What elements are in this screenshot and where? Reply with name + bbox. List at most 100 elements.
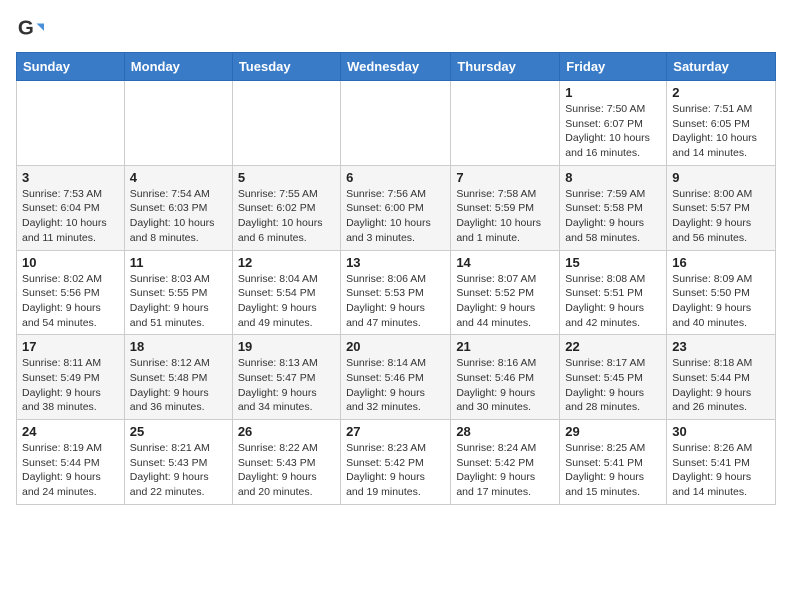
day-info: Sunrise: 8:04 AM Sunset: 5:54 PM Dayligh…	[238, 272, 335, 331]
cell-0-6: 2Sunrise: 7:51 AM Sunset: 6:05 PM Daylig…	[667, 81, 776, 166]
header-saturday: Saturday	[667, 53, 776, 81]
header-tuesday: Tuesday	[232, 53, 340, 81]
day-info: Sunrise: 7:53 AM Sunset: 6:04 PM Dayligh…	[22, 187, 119, 246]
day-number: 2	[672, 85, 770, 100]
day-info: Sunrise: 8:03 AM Sunset: 5:55 PM Dayligh…	[130, 272, 227, 331]
day-number: 27	[346, 424, 445, 439]
cell-3-4: 21 Sunrise: 8:16 AM Sunset: 5:46 PM Dayli…	[451, 335, 560, 420]
day-info: Sunrise: 7:58 AM Sunset: 5:59 PM Dayligh…	[456, 187, 554, 246]
day-number: 15	[565, 255, 661, 270]
cell-2-0: 10 Sunrise: 8:02 AM Sunset: 5:56 PM Dayli…	[17, 250, 125, 335]
day-number: 11	[130, 255, 227, 270]
day-info: Sunrise: 8:21 AM Sunset: 5:43 PM Dayligh…	[130, 441, 227, 500]
day-number: 7	[456, 170, 554, 185]
cell-0-2	[232, 81, 340, 166]
day-number: 28	[456, 424, 554, 439]
cell-2-3: 13Sunrise: 8:06 AM Sunset: 5:53 PM Dayli…	[341, 250, 451, 335]
day-info: Sunrise: 8:08 AM Sunset: 5:51 PM Dayligh…	[565, 272, 661, 331]
day-number: 17	[22, 339, 119, 354]
day-info: Sunrise: 8:02 AM Sunset: 5:56 PM Dayligh…	[22, 272, 119, 331]
day-number: 16	[672, 255, 770, 270]
cell-1-4: 7 Sunrise: 7:58 AM Sunset: 5:59 PM Daylig…	[451, 165, 560, 250]
day-info: Sunrise: 7:50 AM Sunset: 6:07 PM Dayligh…	[565, 102, 661, 161]
cell-1-1: 4 Sunrise: 7:54 AM Sunset: 6:03 PM Daylig…	[124, 165, 232, 250]
cell-2-5: 15 Sunrise: 8:08 AM Sunset: 5:51 PM Dayli…	[560, 250, 667, 335]
day-info: Sunrise: 8:09 AM Sunset: 5:50 PM Dayligh…	[672, 272, 770, 331]
cell-2-6: 16 Sunrise: 8:09 AM Sunset: 5:50 PM Dayli…	[667, 250, 776, 335]
day-info: Sunrise: 8:07 AM Sunset: 5:52 PM Dayligh…	[456, 272, 554, 331]
day-number: 20	[346, 339, 445, 354]
day-info: Sunrise: 8:19 AM Sunset: 5:44 PM Dayligh…	[22, 441, 119, 500]
cell-2-1: 11 Sunrise: 8:03 AM Sunset: 5:55 PM Dayli…	[124, 250, 232, 335]
day-info: Sunrise: 8:23 AM Sunset: 5:42 PM Dayligh…	[346, 441, 445, 500]
day-info: Sunrise: 8:00 AM Sunset: 5:57 PM Dayligh…	[672, 187, 770, 246]
day-number: 23	[672, 339, 770, 354]
day-number: 19	[238, 339, 335, 354]
cell-4-0: 24 Sunrise: 8:19 AM Sunset: 5:44 PM Dayli…	[17, 420, 125, 505]
header-monday: Monday	[124, 53, 232, 81]
weekday-header-row: SundayMondayTuesdayWednesdayThursdayFrid…	[17, 53, 776, 81]
day-info: Sunrise: 8:16 AM Sunset: 5:46 PM Dayligh…	[456, 356, 554, 415]
day-info: Sunrise: 8:13 AM Sunset: 5:47 PM Dayligh…	[238, 356, 335, 415]
day-info: Sunrise: 8:22 AM Sunset: 5:43 PM Dayligh…	[238, 441, 335, 500]
day-number: 1	[565, 85, 661, 100]
day-info: Sunrise: 8:11 AM Sunset: 5:49 PM Dayligh…	[22, 356, 119, 415]
day-number: 18	[130, 339, 227, 354]
day-info: Sunrise: 8:18 AM Sunset: 5:44 PM Dayligh…	[672, 356, 770, 415]
day-info: Sunrise: 8:25 AM Sunset: 5:41 PM Dayligh…	[565, 441, 661, 500]
header-friday: Friday	[560, 53, 667, 81]
week-row-2: 3 Sunrise: 7:53 AM Sunset: 6:04 PM Daylig…	[17, 165, 776, 250]
day-number: 10	[22, 255, 119, 270]
cell-4-4: 28 Sunrise: 8:24 AM Sunset: 5:42 PM Dayli…	[451, 420, 560, 505]
day-info: Sunrise: 8:26 AM Sunset: 5:41 PM Dayligh…	[672, 441, 770, 500]
svg-text:G: G	[18, 17, 34, 40]
day-number: 14	[456, 255, 554, 270]
cell-0-0	[17, 81, 125, 166]
day-info: Sunrise: 8:06 AM Sunset: 5:53 PM Dayligh…	[346, 272, 445, 331]
cell-3-3: 20Sunrise: 8:14 AM Sunset: 5:46 PM Dayli…	[341, 335, 451, 420]
day-info: Sunrise: 7:54 AM Sunset: 6:03 PM Dayligh…	[130, 187, 227, 246]
header-thursday: Thursday	[451, 53, 560, 81]
day-number: 22	[565, 339, 661, 354]
cell-4-5: 29 Sunrise: 8:25 AM Sunset: 5:41 PM Dayli…	[560, 420, 667, 505]
day-info: Sunrise: 8:12 AM Sunset: 5:48 PM Dayligh…	[130, 356, 227, 415]
cell-0-5: 1 Sunrise: 7:50 AM Sunset: 6:07 PM Daylig…	[560, 81, 667, 166]
day-number: 29	[565, 424, 661, 439]
week-row-4: 17 Sunrise: 8:11 AM Sunset: 5:49 PM Dayli…	[17, 335, 776, 420]
day-number: 24	[22, 424, 119, 439]
day-number: 5	[238, 170, 335, 185]
cell-4-1: 25Sunrise: 8:21 AM Sunset: 5:43 PM Dayli…	[124, 420, 232, 505]
page-header: G	[16, 16, 776, 44]
week-row-1: 1 Sunrise: 7:50 AM Sunset: 6:07 PM Daylig…	[17, 81, 776, 166]
cell-3-6: 23 Sunrise: 8:18 AM Sunset: 5:44 PM Dayli…	[667, 335, 776, 420]
cell-3-1: 18 Sunrise: 8:12 AM Sunset: 5:48 PM Dayli…	[124, 335, 232, 420]
day-number: 21	[456, 339, 554, 354]
cell-2-2: 12 Sunrise: 8:04 AM Sunset: 5:54 PM Dayli…	[232, 250, 340, 335]
cell-1-0: 3 Sunrise: 7:53 AM Sunset: 6:04 PM Daylig…	[17, 165, 125, 250]
cell-1-6: 9 Sunrise: 8:00 AM Sunset: 5:57 PM Daylig…	[667, 165, 776, 250]
day-number: 30	[672, 424, 770, 439]
cell-4-2: 26Sunrise: 8:22 AM Sunset: 5:43 PM Dayli…	[232, 420, 340, 505]
header-sunday: Sunday	[17, 53, 125, 81]
cell-3-2: 19 Sunrise: 8:13 AM Sunset: 5:47 PM Dayli…	[232, 335, 340, 420]
day-number: 8	[565, 170, 661, 185]
day-number: 9	[672, 170, 770, 185]
day-info: Sunrise: 7:55 AM Sunset: 6:02 PM Dayligh…	[238, 187, 335, 246]
day-number: 4	[130, 170, 227, 185]
cell-3-0: 17 Sunrise: 8:11 AM Sunset: 5:49 PM Dayli…	[17, 335, 125, 420]
cell-1-5: 8Sunrise: 7:59 AM Sunset: 5:58 PM Daylig…	[560, 165, 667, 250]
week-row-5: 24 Sunrise: 8:19 AM Sunset: 5:44 PM Dayli…	[17, 420, 776, 505]
day-number: 3	[22, 170, 119, 185]
cell-0-4	[451, 81, 560, 166]
cell-0-1	[124, 81, 232, 166]
cell-1-2: 5 Sunrise: 7:55 AM Sunset: 6:02 PM Daylig…	[232, 165, 340, 250]
day-number: 12	[238, 255, 335, 270]
cell-1-3: 6Sunrise: 7:56 AM Sunset: 6:00 PM Daylig…	[341, 165, 451, 250]
day-info: Sunrise: 8:24 AM Sunset: 5:42 PM Dayligh…	[456, 441, 554, 500]
cell-2-4: 14 Sunrise: 8:07 AM Sunset: 5:52 PM Dayli…	[451, 250, 560, 335]
day-info: Sunrise: 7:56 AM Sunset: 6:00 PM Dayligh…	[346, 187, 445, 246]
calendar-table: SundayMondayTuesdayWednesdayThursdayFrid…	[16, 52, 776, 505]
logo: G	[16, 16, 48, 44]
cell-4-3: 27 Sunrise: 8:23 AM Sunset: 5:42 PM Dayli…	[341, 420, 451, 505]
header-wednesday: Wednesday	[341, 53, 451, 81]
